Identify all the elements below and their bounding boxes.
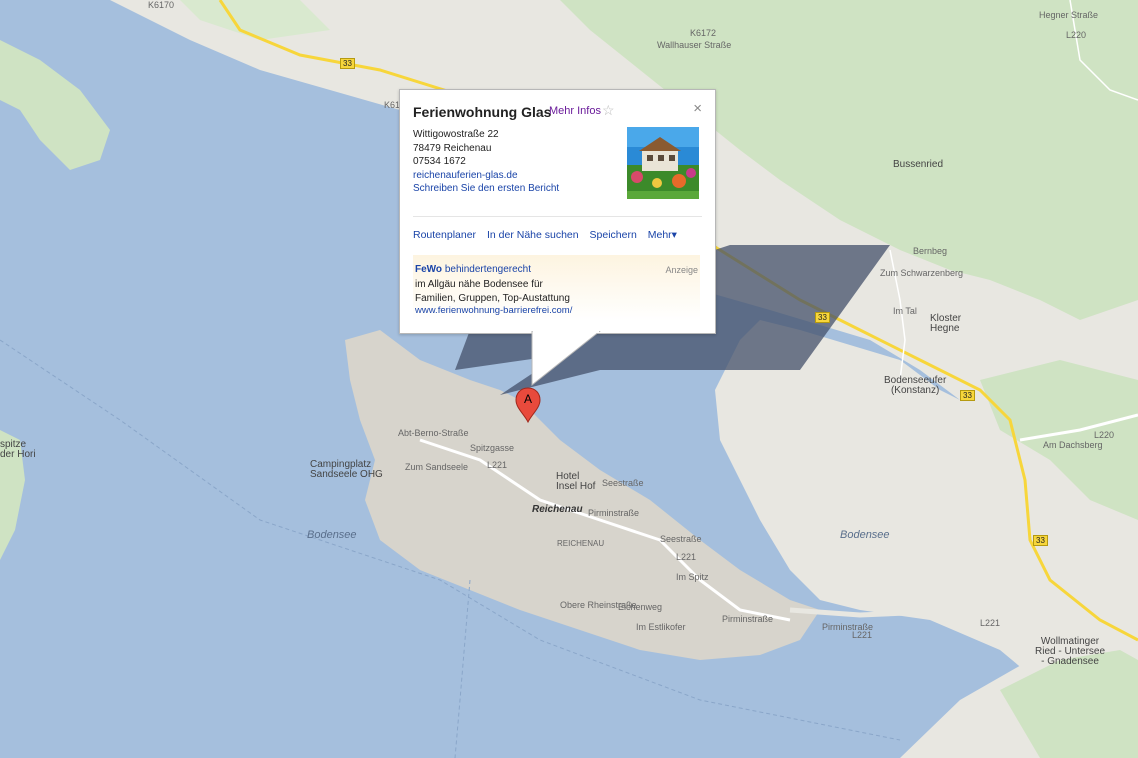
street-label: Abt-Berno-Straße (398, 428, 469, 438)
place-label: Wollmatinger Ried - Untersee - Gnadensee (1035, 636, 1106, 667)
place-title: Ferienwohnung Glas (413, 104, 552, 120)
road-label: K6172 (690, 28, 717, 38)
ad-headline[interactable]: FeWo behindertengerecht (415, 264, 531, 275)
highway-shield: 33 (1033, 535, 1048, 546)
place-label: Campingplatz Sandseele OHG (310, 459, 383, 480)
street-label: Pirminstraße (722, 614, 774, 624)
road-label: K6170 (148, 0, 175, 10)
ad-tag: Anzeige (665, 265, 698, 275)
info-window: Ferienwohnung Glas Mehr Infos ☆ × Wittig… (399, 89, 716, 334)
street-label: Seestraße (602, 478, 644, 488)
address-block: Wittigowostraße 22 78479 Reichenau 07534… (413, 128, 559, 196)
save-link[interactable]: Speichern (590, 229, 637, 241)
more-info-link[interactable]: Mehr Infos (549, 105, 601, 117)
phone-number: 07534 1672 (413, 156, 466, 167)
place-label: spitze der Hori (0, 439, 36, 460)
info-window-tail (531, 331, 601, 387)
street-label: Bernbeg (913, 246, 948, 256)
street-label: Im Estlikofer (636, 622, 686, 632)
highway-shield: 33 (815, 312, 830, 323)
town-label: REICHENAU (557, 539, 605, 548)
search-nearby-link[interactable]: In der Nähe suchen (487, 229, 579, 241)
street-address: Wittigowostraße 22 (413, 129, 499, 140)
ad-line: im Allgäu nähe Bodensee für (415, 279, 543, 290)
road-label: L221 (980, 618, 1001, 628)
street-label: Wallhauser Straße (657, 40, 732, 50)
place-label: Bodenseeufer (Konstanz) (884, 375, 947, 396)
street-label: Eichenweg (618, 602, 663, 612)
ad-body: im Allgäu nähe Bodensee für Familien, Gr… (415, 278, 570, 305)
water-label: Bodensee (840, 529, 890, 541)
ad-headline-bold: FeWo (415, 264, 443, 275)
website-link[interactable]: reichenauferien-glas.de (413, 169, 559, 183)
ad-box[interactable]: FeWo behindertengerecht Anzeige im Allgä… (413, 255, 700, 321)
marker-letter: A (524, 392, 532, 406)
close-icon[interactable]: × (693, 100, 702, 117)
highway-shield: 33 (960, 390, 975, 401)
street-label: Im Spitz (676, 572, 709, 582)
road-label: L221 (676, 552, 697, 562)
highway-shield: 33 (340, 58, 355, 69)
road-label: L221 (852, 630, 873, 640)
street-label: Spitzgasse (470, 443, 515, 453)
street-label: Hegner Straße (1039, 10, 1099, 20)
road-label: L221 (487, 460, 508, 470)
town-label: Reichenau (532, 504, 583, 515)
road-label: L220 (1094, 430, 1115, 440)
divider (413, 216, 702, 217)
postal-city: 78479 Reichenau (413, 142, 492, 154)
street-label: Seestraße (660, 534, 702, 544)
action-links: Routenplaner In der Nähe suchen Speicher… (413, 229, 685, 241)
ad-line: Familien, Gruppen, Top-Austattung (415, 292, 570, 304)
more-dropdown[interactable]: Mehr▾ (648, 229, 677, 241)
road-label: L220 (1066, 30, 1087, 40)
write-review-link[interactable]: Schreiben Sie den ersten Bericht (413, 182, 559, 196)
street-label: Am Dachsberg (1043, 440, 1103, 450)
place-photo[interactable] (627, 127, 699, 199)
street-label: Pirminstraße (588, 508, 640, 518)
street-label: Zum Schwarzenberg (880, 268, 964, 278)
place-label: Bussenried (893, 159, 944, 170)
star-icon[interactable]: ☆ (602, 102, 615, 119)
place-label: Hotel Insel Hof (556, 471, 596, 492)
street-label: Im Tal (893, 306, 917, 316)
street-label: Zum Sandseele (405, 462, 469, 472)
place-label: Kloster Hegne (930, 313, 962, 334)
directions-link[interactable]: Routenplaner (413, 229, 476, 241)
ad-url[interactable]: www.ferienwohnung-barrierefrei.com/ (415, 305, 572, 316)
water-label: Bodensee (307, 529, 357, 541)
ad-headline-rest: behindertengerecht (442, 264, 532, 275)
